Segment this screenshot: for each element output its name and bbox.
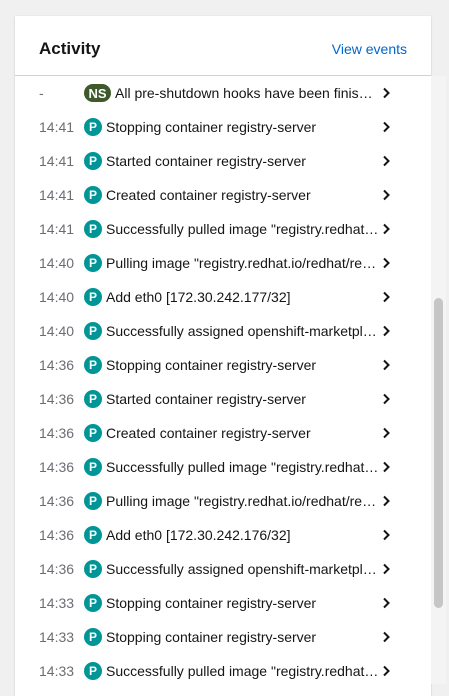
event-message: Successfully assigned openshift-marketpl… <box>106 323 379 339</box>
event-message: Stopping container registry-server <box>106 119 317 135</box>
event-message: Pulling image "registry.redhat.io/redhat… <box>106 255 379 271</box>
event-message: Successfully pulled image "registry.redh… <box>106 221 379 237</box>
chevron-right-icon[interactable] <box>381 189 391 201</box>
chevron-right-icon[interactable] <box>381 223 391 235</box>
event-message: Successfully assigned openshift-marketpl… <box>106 561 379 577</box>
event-message: Stopping container registry-server <box>106 629 317 645</box>
event-timestamp: 14:36 <box>39 391 75 407</box>
chevron-right-icon[interactable] <box>381 563 391 575</box>
event-row[interactable]: - NS All pre-shutdown hooks have been fini… <box>15 76 415 110</box>
event-timestamp: 14:33 <box>39 629 75 645</box>
event-timestamp: 14:40 <box>39 289 75 305</box>
event-row[interactable]: 14:41 P Successfully pulled image "registr… <box>15 212 415 246</box>
pod-badge: P <box>84 594 102 612</box>
pod-badge: P <box>84 288 102 306</box>
chevron-right-icon[interactable] <box>381 393 391 405</box>
pod-badge: P <box>84 152 102 170</box>
event-timestamp: 14:36 <box>39 459 75 475</box>
event-timestamp: 14:41 <box>39 153 75 169</box>
pod-badge: P <box>84 458 102 476</box>
chevron-right-icon[interactable] <box>381 495 391 507</box>
event-timestamp: 14:40 <box>39 255 75 271</box>
event-message: Successfully pulled image "registry.redh… <box>106 663 379 679</box>
chevron-right-icon[interactable] <box>381 597 391 609</box>
chevron-right-icon[interactable] <box>381 529 391 541</box>
event-row[interactable]: 14:36 P Add eth0 [172.30.242.176/32] <box>15 518 415 552</box>
event-timestamp: - <box>39 85 44 101</box>
event-message: Started container registry-server <box>106 153 306 169</box>
event-timestamp: 14:40 <box>39 323 75 339</box>
event-message: Started container registry-server <box>106 391 306 407</box>
pod-badge: P <box>84 390 102 408</box>
chevron-right-icon[interactable] <box>381 325 391 337</box>
chevron-right-icon[interactable] <box>381 665 391 677</box>
event-row[interactable]: 14:36 P Successfully assigned openshift-ma… <box>15 552 415 586</box>
namespace-badge: NS <box>84 84 111 102</box>
event-message: Add eth0 [172.30.242.176/32] <box>106 527 291 543</box>
event-timestamp: 14:36 <box>39 561 75 577</box>
event-row[interactable]: 14:36 P Pulling image "registry.redhat.io/… <box>15 484 415 518</box>
activity-event-list: - NS All pre-shutdown hooks have been fini… <box>15 76 431 696</box>
event-row[interactable]: 14:41 P Started container registry-server <box>15 144 415 178</box>
chevron-right-icon[interactable] <box>381 291 391 303</box>
chevron-right-icon[interactable] <box>381 155 391 167</box>
pod-badge: P <box>84 662 102 680</box>
event-row[interactable]: 14:40 P Successfully assigned openshift-ma… <box>15 314 415 348</box>
pod-badge: P <box>84 560 102 578</box>
pod-badge: P <box>84 628 102 646</box>
chevron-right-icon[interactable] <box>381 87 391 99</box>
event-row[interactable]: 14:36 P Created container registry-server <box>15 416 415 450</box>
event-row[interactable]: 14:36 P Stopping container registry-server <box>15 348 415 382</box>
event-timestamp: 14:41 <box>39 187 75 203</box>
view-events-link[interactable]: View events <box>332 41 407 57</box>
activity-card: Activity View events - NS All pre-shutdown… <box>15 16 446 696</box>
event-message: Stopping container registry-server <box>106 357 317 373</box>
card-title: Activity <box>39 39 101 58</box>
event-row[interactable]: 14:40 P Add eth0 [172.30.242.177/32] <box>15 280 415 314</box>
event-timestamp: 14:36 <box>39 527 75 543</box>
chevron-right-icon[interactable] <box>381 257 391 269</box>
event-row[interactable]: 14:33 P Stopping container registry-server <box>15 586 415 620</box>
chevron-right-icon[interactable] <box>381 427 391 439</box>
pod-badge: P <box>84 186 102 204</box>
pod-badge: P <box>84 220 102 238</box>
event-timestamp: 14:41 <box>39 119 75 135</box>
pod-badge: P <box>84 356 102 374</box>
scrollbar-thumb[interactable] <box>434 298 443 608</box>
pod-badge: P <box>84 322 102 340</box>
chevron-right-icon[interactable] <box>381 461 391 473</box>
event-row[interactable]: 14:41 P Created container registry-server <box>15 178 415 212</box>
event-timestamp: 14:41 <box>39 221 75 237</box>
event-message: Pulling image "registry.redhat.io/redhat… <box>106 493 379 509</box>
event-timestamp: 14:36 <box>39 493 75 509</box>
event-timestamp: 14:33 <box>39 595 75 611</box>
event-timestamp: 14:36 <box>39 357 75 373</box>
pod-badge: P <box>84 118 102 136</box>
event-timestamp: 14:36 <box>39 425 75 441</box>
event-message: Add eth0 [172.30.242.177/32] <box>106 289 291 305</box>
event-row[interactable]: 14:36 P Started container registry-server <box>15 382 415 416</box>
event-row[interactable]: 14:40 P Pulling image "registry.redhat.io/… <box>15 246 415 280</box>
event-message: All pre-shutdown hooks have been finishe… <box>115 85 379 101</box>
event-row[interactable]: 14:41 P Stopping container registry-server <box>15 110 415 144</box>
event-message: Created container registry-server <box>106 187 311 203</box>
pod-badge: P <box>84 526 102 544</box>
event-row[interactable]: 14:33 P Successfully pulled image "registr… <box>15 654 415 688</box>
event-row[interactable]: 14:33 P Stopping container registry-server <box>15 620 415 654</box>
event-message: Stopping container registry-server <box>106 595 317 611</box>
pod-badge: P <box>84 424 102 442</box>
chevron-right-icon[interactable] <box>381 631 391 643</box>
chevron-right-icon[interactable] <box>381 359 391 371</box>
pod-badge: P <box>84 254 102 272</box>
pod-badge: P <box>84 492 102 510</box>
activity-card-header: Activity View events <box>15 16 431 76</box>
event-message: Created container registry-server <box>106 425 311 441</box>
chevron-right-icon[interactable] <box>381 121 391 133</box>
event-timestamp: 14:33 <box>39 663 75 679</box>
event-row[interactable]: 14:36 P Successfully pulled image "registr… <box>15 450 415 484</box>
event-message: Successfully pulled image "registry.redh… <box>106 459 379 475</box>
